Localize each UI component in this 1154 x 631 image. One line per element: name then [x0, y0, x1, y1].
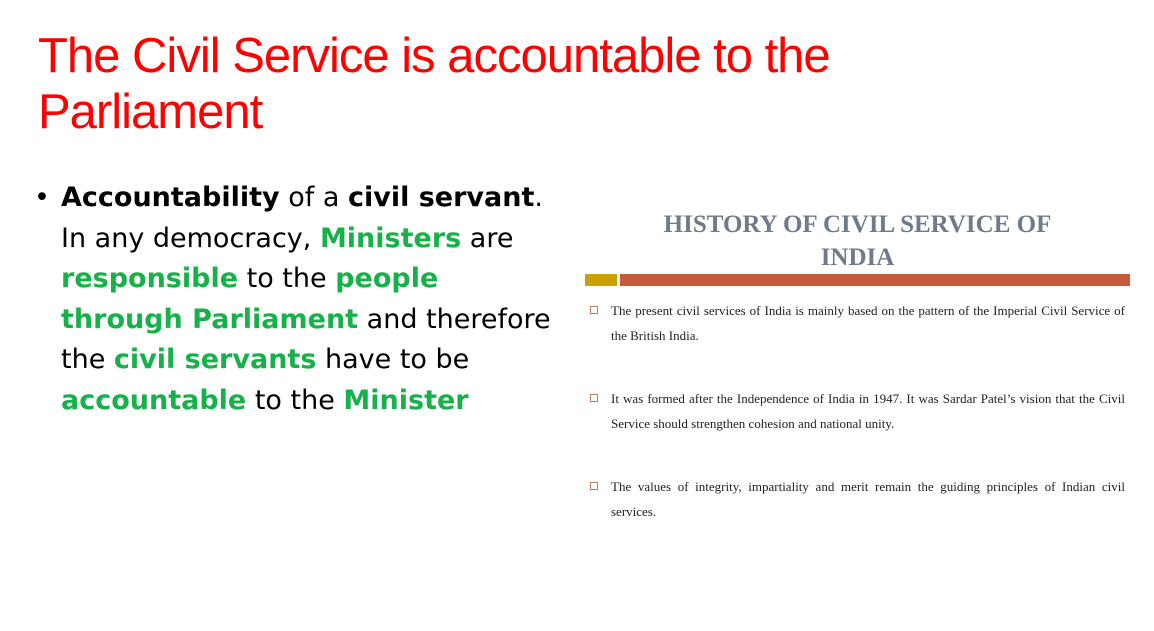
inset-item: It was formed after the Independence of … — [590, 386, 1125, 436]
keyword-accountable: accountable — [61, 384, 247, 416]
accent-bar-rust — [620, 274, 1130, 286]
square-bullet-icon — [590, 482, 598, 490]
bullet-point: • Accountability of a civil servant. In … — [34, 178, 564, 421]
inset-heading: HISTORY OF CIVIL SERVICE OF INDIA — [585, 208, 1130, 274]
bullet-text: Accountability of a civil servant. In an… — [61, 178, 564, 421]
keyword-civil-servants: civil servants — [113, 344, 317, 375]
text-segment: to the — [238, 263, 336, 294]
inset-item: The present civil services of India is m… — [590, 298, 1125, 348]
keyword-accountability: Accountability — [61, 182, 280, 213]
square-bullet-icon — [590, 306, 598, 314]
keyword-civil-servant: civil servant — [347, 182, 535, 213]
history-inset-image: HISTORY OF CIVIL SERVICE OF INDIA The pr… — [585, 200, 1130, 530]
bullet-marker: • — [34, 182, 50, 213]
accent-bar-gold — [585, 274, 617, 286]
keyword-responsible: responsible — [61, 263, 239, 294]
keyword-minister: Minister — [343, 384, 469, 416]
text-segment: have to be — [316, 344, 470, 375]
inset-item: The values of integrity, impartiality an… — [590, 474, 1125, 524]
inset-heading-line-2: INDIA — [820, 244, 895, 271]
keyword-ministers: Ministers — [319, 222, 462, 254]
slide-title: The Civil Service is accountable to the … — [38, 29, 831, 139]
inset-heading-line-1: HISTORY OF CIVIL SERVICE OF — [663, 211, 1052, 238]
text-segment: are — [461, 222, 514, 254]
text-segment: to the — [246, 384, 344, 416]
inset-item-text: It was formed after the Independence of … — [611, 391, 1125, 431]
inset-item-text: The values of integrity, impartiality an… — [611, 479, 1125, 519]
square-bullet-icon — [590, 394, 598, 402]
text-segment: of a — [279, 182, 348, 213]
inset-item-text: The present civil services of India is m… — [611, 303, 1125, 343]
